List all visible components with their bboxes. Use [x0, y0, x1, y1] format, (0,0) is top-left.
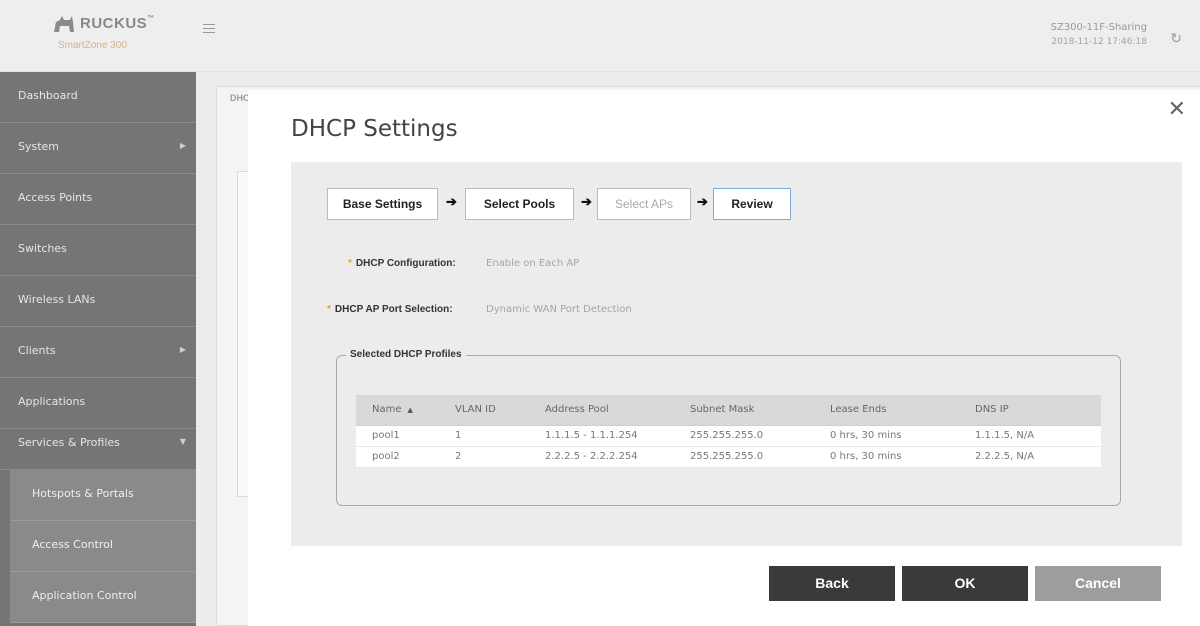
top-header: RUCKUS™ SmartZone 300 SZ300-11F-Sharing …	[0, 0, 1200, 72]
system-time: 2018-11-12 17:46:18	[1051, 37, 1147, 47]
step-arrow-icon: ➔	[446, 194, 457, 209]
cell-address-pool: 2.2.2.5 - 2.2.2.254	[529, 446, 674, 468]
dialog-title: DHCP Settings	[291, 116, 458, 142]
cell-dns-ip: 2.2.2.5, N/A	[959, 446, 1101, 468]
sidebar-item-system[interactable]: System ▶	[0, 123, 196, 174]
selected-profiles-group: Selected DHCP Profiles Name ▲ VLAN ID Add…	[336, 349, 1121, 506]
column-header-lease-ends[interactable]: Lease Ends	[814, 395, 959, 426]
column-header-vlan-id[interactable]: VLAN ID	[439, 395, 529, 426]
step-select-pools[interactable]: Select Pools	[465, 188, 574, 220]
column-header-name[interactable]: Name ▲	[356, 395, 439, 426]
expand-arrow-icon: ▶	[179, 345, 186, 354]
sidebar-subitem-application-control[interactable]: Application Control	[10, 572, 196, 623]
logo-text: RUCKUS™	[80, 15, 155, 32]
sidebar-item-wireless-lans[interactable]: Wireless LANs	[0, 276, 196, 327]
refresh-icon[interactable]: ↻	[1170, 30, 1182, 47]
sidebar: Dashboard System ▶ Access Points Switches…	[0, 72, 196, 626]
table-row[interactable]: pool2 2 2.2.2.5 - 2.2.2.254 255.255.255.…	[356, 446, 1101, 468]
dhcp-settings-dialog: DHCP Settings ✕ Base Settings ➔ Select P…	[248, 90, 1200, 626]
cell-name: pool1	[356, 425, 439, 447]
cell-address-pool: 1.1.1.5 - 1.1.1.254	[529, 425, 674, 447]
dhcp-configuration-label: * DHCP Configuration:	[348, 258, 456, 269]
dog-logo-icon	[54, 16, 74, 32]
product-name: SmartZone 300	[58, 40, 127, 51]
cell-vlan-id: 2	[439, 446, 529, 468]
sidebar-item-clients[interactable]: Clients ▶	[0, 327, 196, 378]
ok-button[interactable]: OK	[902, 566, 1028, 601]
back-button[interactable]: Back	[769, 566, 895, 601]
group-legend: Selected DHCP Profiles	[346, 349, 466, 360]
sidebar-item-switches[interactable]: Switches	[0, 225, 196, 276]
step-base-settings[interactable]: Base Settings	[327, 188, 438, 220]
cell-lease-ends: 0 hrs, 30 mins	[814, 446, 959, 468]
cell-dns-ip: 1.1.1.5, N/A	[959, 425, 1101, 447]
port-selection-value: Dynamic WAN Port Detection	[486, 304, 632, 315]
host-name: SZ300-11F-Sharing	[1050, 22, 1147, 33]
sidebar-item-services-profiles[interactable]: Services & Profiles ▼	[0, 419, 196, 470]
column-header-dns-ip[interactable]: DNS IP	[959, 395, 1101, 426]
close-icon[interactable]: ✕	[1168, 96, 1186, 122]
cell-subnet-mask: 255.255.255.0	[674, 446, 814, 468]
table-header-row: Name ▲ VLAN ID Address Pool Subnet Mask L…	[356, 395, 1101, 426]
sidebar-item-access-points[interactable]: Access Points	[0, 174, 196, 225]
dhcp-configuration-value: Enable on Each AP	[486, 258, 580, 269]
table-row[interactable]: pool1 1 1.1.1.5 - 1.1.1.254 255.255.255.…	[356, 425, 1101, 447]
step-arrow-icon: ➔	[697, 194, 708, 209]
profiles-table: Name ▲ VLAN ID Address Pool Subnet Mask L…	[356, 395, 1101, 468]
collapse-arrow-icon: ▼	[179, 437, 186, 446]
step-select-aps[interactable]: Select APs	[597, 188, 691, 220]
cell-subnet-mask: 255.255.255.0	[674, 425, 814, 447]
ruckus-logo[interactable]: RUCKUS™ SmartZone 300	[52, 12, 162, 60]
sort-ascending-icon[interactable]: ▲	[408, 406, 413, 414]
cancel-button[interactable]: Cancel	[1035, 566, 1161, 601]
cell-lease-ends: 0 hrs, 30 mins	[814, 425, 959, 447]
dialog-content: Base Settings ➔ Select Pools ➔ Select AP…	[291, 162, 1182, 546]
port-selection-label: * DHCP AP Port Selection:	[327, 304, 453, 315]
sidebar-subitem-access-control[interactable]: Access Control	[10, 521, 196, 572]
column-header-address-pool[interactable]: Address Pool	[529, 395, 674, 426]
step-review[interactable]: Review	[713, 188, 791, 220]
sidebar-item-dashboard[interactable]: Dashboard	[0, 72, 196, 123]
expand-arrow-icon: ▶	[179, 141, 186, 150]
cell-vlan-id: 1	[439, 425, 529, 447]
menu-icon[interactable]	[203, 24, 215, 36]
step-arrow-icon: ➔	[581, 194, 592, 209]
sidebar-subitem-hotspots-portals[interactable]: Hotspots & Portals	[10, 470, 196, 521]
cell-name: pool2	[356, 446, 439, 468]
column-header-subnet-mask[interactable]: Subnet Mask	[674, 395, 814, 426]
